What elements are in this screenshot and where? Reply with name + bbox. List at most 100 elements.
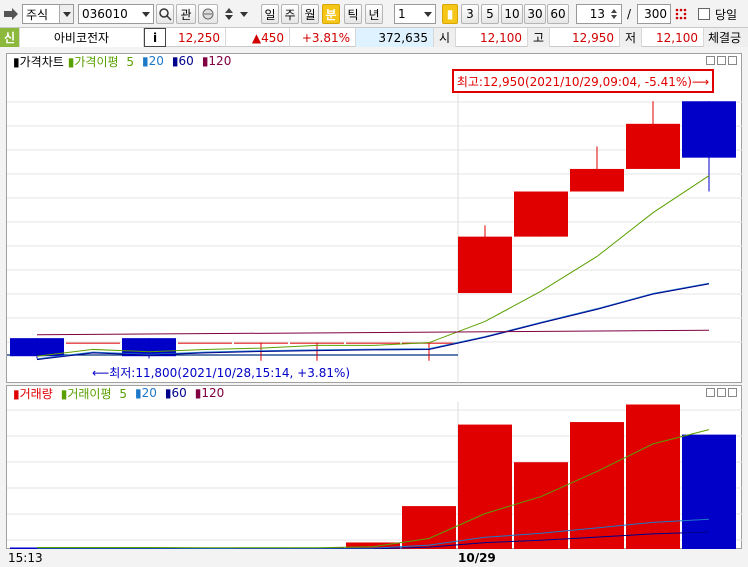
price-legend: ▮가격차트 ▮가격이평 5 ▮20 ▮60 ▮120 [7,53,741,70]
interval-select[interactable]: 1 [394,4,436,24]
search-icon [159,8,172,21]
axis-date-label: 10/29 [458,551,496,565]
candle-body [234,342,288,344]
volume-legend: ▮거래량 ▮거래이평 5 ▮20 ▮60 ▮120 [7,385,741,402]
current-price: 12,250 [166,28,226,47]
legend-price-ma[interactable]: ▮가격이평 5 [68,53,138,70]
today-checkbox[interactable] [697,4,710,24]
high-value: 12,950 [550,28,620,47]
pane-close-icon[interactable] [728,56,737,65]
candle-body [626,123,680,169]
period-month[interactable]: 월 [301,4,319,24]
chevron-down-icon[interactable] [59,5,73,23]
candle-body [682,101,736,158]
period-minute[interactable]: 분 [322,4,340,24]
legend-vol-ma60[interactable]: ▮60 [165,386,191,400]
stock-name: 아비코전자 [20,28,144,47]
toolbar: 주식 036010 관 일 주 월 분 틱 년 1 ▮ 3 5 10 30 60… [0,0,748,27]
candle-body [66,342,120,344]
count-value: 13 [589,7,605,21]
volume-bar [458,424,512,550]
code-input-value: 036010 [82,7,128,21]
total-input[interactable]: 300 [637,4,671,24]
pane-window-buttons [706,388,737,397]
interval-30-button[interactable]: 30 [524,4,546,24]
interval-1-button[interactable]: ▮ [442,4,458,24]
pane-window-buttons [706,56,737,65]
volume-chart [7,402,743,550]
pane-maximize-icon[interactable] [717,388,726,397]
chevron-down-icon[interactable] [239,4,249,24]
spin-updown[interactable] [220,4,238,24]
quote-bar: 신 아비코전자 i 12,250 ▲450 +3.81% 372,635 시 1… [0,27,748,47]
market-select-value: 주식 [26,7,49,22]
candle-body [178,342,232,344]
arrow-up-icon[interactable] [225,8,233,13]
price-ma120-line [36,329,710,336]
code-input[interactable]: 036010 [78,4,154,24]
candle-body [290,342,344,344]
count-input[interactable]: 13 [576,4,622,24]
candle-body [346,342,400,344]
open-value: 12,100 [456,28,528,47]
legend-ma120[interactable]: ▮120 [202,54,236,68]
interval-60-button[interactable]: 60 [547,4,569,24]
candle-body [514,191,568,237]
interest-button[interactable]: 관 [176,4,196,24]
credit-badge: 신 [0,28,20,47]
count-spinner[interactable] [607,5,621,23]
low-label: 저 [620,28,642,47]
chart-window: { "toolbar": { "market_select": "주식", "c… [0,0,748,567]
legend-volume-ma[interactable]: ▮거래이평 5 [61,385,131,402]
today-label: 당일 [715,7,738,22]
volume-bar [402,506,456,550]
pane-minimize-icon[interactable] [706,388,715,397]
price-change: ▲450 [226,28,290,47]
period-week[interactable]: 주 [281,4,299,24]
legend-ma20[interactable]: ▮20 [142,54,168,68]
price-change-pct: +3.81% [290,28,356,47]
volume-bar [626,404,680,550]
market-select[interactable]: 주식 [22,4,74,24]
period-tick[interactable]: 틱 [344,4,362,24]
legend-volume[interactable]: ▮거래량 [13,385,57,402]
high-label: 고 [528,28,550,47]
interval-value: 1 [398,7,406,21]
pane-maximize-icon[interactable] [717,56,726,65]
trade-label: 체결긍 [704,28,748,47]
price-ma5-line [36,175,710,357]
price-chart [7,70,743,384]
volume-pane[interactable]: ▮거래량 ▮거래이평 5 ▮20 ▮60 ▮120 [6,385,743,550]
legend-price-chart[interactable]: ▮가격차트 [13,53,64,70]
grid-dots-icon[interactable] [673,4,689,24]
volume-value: 372,635 [356,28,434,47]
arrow-down-icon[interactable] [225,15,233,20]
legend-vol-ma20[interactable]: ▮20 [135,386,161,400]
legend-ma60[interactable]: ▮60 [172,54,198,68]
pane-minimize-icon[interactable] [706,56,715,65]
period-day[interactable]: 일 [261,4,279,24]
axis-start-time: 15:13 [8,551,43,565]
interval-3-button[interactable]: 3 [461,4,479,24]
time-axis: 15:13 10/29 [0,549,748,567]
pane-close-icon[interactable] [728,388,737,397]
interval-5-button[interactable]: 5 [481,4,499,24]
interval-10-button[interactable]: 10 [501,4,523,24]
period-year[interactable]: 년 [365,4,383,24]
info-button[interactable]: i [144,28,166,47]
legend-vol-ma120[interactable]: ▮120 [195,386,229,400]
count-separator: / [626,7,632,21]
volume-bar [514,462,568,550]
max-price-note: 최고:12,950(2021/10/29,09:04, -5.41%)⟶ [452,69,714,93]
candle-body [458,236,512,294]
volume-bar [570,422,624,550]
chevron-down-icon[interactable] [139,5,153,23]
min-price-note: ⟵최저:11,800(2021/10/28,15:14, +3.81%) [92,366,351,380]
chevron-down-icon[interactable] [421,5,435,23]
candle-body [570,168,624,192]
low-value: 12,100 [642,28,704,47]
price-pane[interactable]: ▮가격차트 ▮가격이평 5 ▮20 ▮60 ▮120 최고:12,950(202… [6,53,743,384]
link-arrow-icon[interactable] [3,4,19,24]
search-button[interactable] [156,4,174,24]
link-icon[interactable] [198,4,218,24]
